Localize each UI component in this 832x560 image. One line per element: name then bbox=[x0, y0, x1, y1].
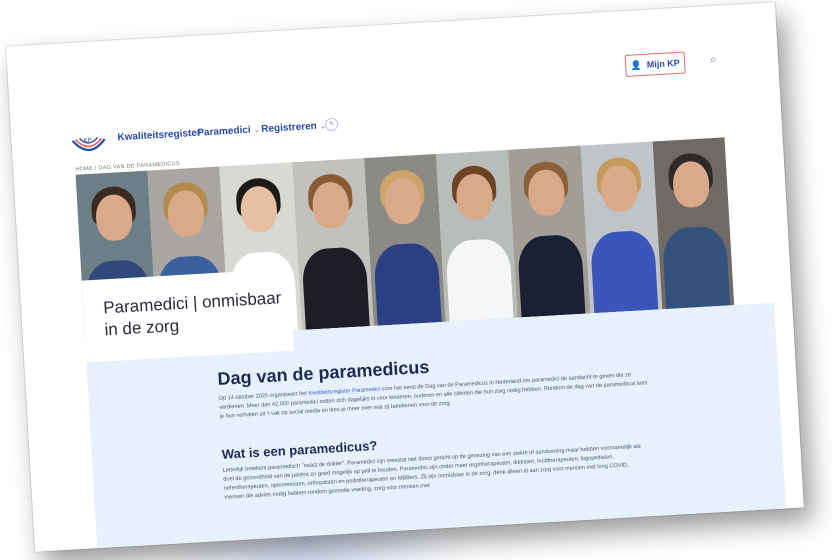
svg-text:KP: KP bbox=[83, 138, 91, 144]
person-photo bbox=[436, 149, 518, 322]
search-icon[interactable]: ⌕ bbox=[710, 52, 718, 67]
person-photo bbox=[652, 137, 735, 310]
user-icon: 👤 bbox=[630, 59, 643, 71]
hero-title: Paramedici | onmisbaar in de zorg bbox=[102, 288, 282, 340]
edit-icon[interactable]: ✎ bbox=[324, 117, 339, 132]
screenshot-window: KP Kwaliteitsregister Paramedici ⌄ Regist… bbox=[6, 2, 804, 552]
nav-paramedici-label: Paramedici bbox=[197, 124, 251, 139]
person-photo bbox=[508, 145, 590, 318]
chevron-down-icon: ⌄ bbox=[253, 125, 261, 135]
person-photo bbox=[363, 154, 446, 326]
mijn-kp-label: Mijn KP bbox=[646, 57, 681, 70]
person-photo bbox=[291, 158, 374, 331]
kp-logo-icon[interactable]: KP bbox=[69, 129, 108, 155]
nav-registreren[interactable]: Registreren ⌄ bbox=[261, 120, 327, 135]
nav-registreren-label: Registreren bbox=[260, 120, 318, 136]
mijn-kp-button[interactable]: 👤 Mijn KP bbox=[624, 51, 686, 77]
nav-paramedici[interactable]: Paramedici ⌄ bbox=[197, 124, 261, 139]
hero-title-card: Paramedici | onmisbaar in de zorg bbox=[81, 268, 295, 363]
brand-link[interactable]: Kwaliteitsregister bbox=[117, 128, 201, 144]
person-photo bbox=[580, 141, 663, 314]
